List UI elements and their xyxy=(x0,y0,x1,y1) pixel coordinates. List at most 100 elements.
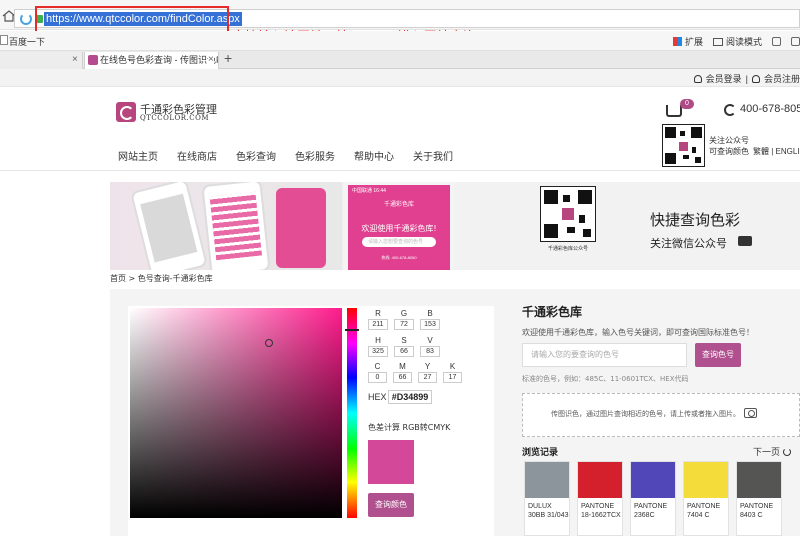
cart-badge: 0 xyxy=(680,99,694,109)
tab-blank[interactable]: × xyxy=(0,52,83,69)
qr-code-icon xyxy=(662,124,705,167)
query-color-button[interactable]: 查询颜色 xyxy=(368,493,414,517)
saturation-value-area[interactable] xyxy=(130,308,342,518)
loading-icon xyxy=(20,13,32,25)
rgb-values: R 211 G 72 B 153 xyxy=(368,309,440,330)
phone-mockup xyxy=(129,182,209,270)
history-code: 18-1662TCX xyxy=(581,512,621,519)
logo-subtext: QTCCOLOR.COM xyxy=(140,114,210,122)
cart-icon[interactable] xyxy=(666,105,682,117)
tab-close-icon[interactable]: × xyxy=(72,52,78,68)
cmyk-values: C0 M 66 Y 27 K 17 xyxy=(368,362,462,383)
library-title: 千通彩色库 xyxy=(522,305,583,319)
input-s[interactable]: 66 xyxy=(394,346,414,357)
color-code-search-input[interactable]: 请输入您的要查询的色号 xyxy=(522,343,687,367)
hex-input[interactable]: #D34899 xyxy=(388,390,432,404)
user-icon xyxy=(693,74,702,83)
main-nav: 网站主页 在线商店 色彩查询 色彩服务 帮助中心 关于我们 xyxy=(118,148,453,163)
nav-color-query[interactable]: 色彩查询 xyxy=(236,148,276,163)
tab-active[interactable]: 在线色号色彩查询 - 传图识色PA × xyxy=(84,52,219,69)
history-card[interactable]: PANTONE 18-1662TCX xyxy=(577,461,623,536)
upload-hint: 传图识色，通过图片查询相近的色号，请上传或者拖入图片。 xyxy=(551,410,740,418)
history-code: 7404 C xyxy=(687,512,710,519)
input-b[interactable]: 153 xyxy=(420,319,440,330)
logo-mark-icon[interactable] xyxy=(116,102,136,122)
input-y[interactable]: 27 xyxy=(418,372,437,383)
history-brand: PANTONE xyxy=(687,503,721,510)
breadcrumb[interactable]: 首页 > 色号查询-千通彩色库 xyxy=(110,273,213,284)
history-code: 8403 C xyxy=(740,512,763,519)
nav-about[interactable]: 关于我们 xyxy=(413,148,453,163)
history-swatch xyxy=(578,462,622,498)
tab-title: 在线色号色彩查询 - 传图识色PA xyxy=(100,55,219,65)
nav-help[interactable]: 帮助中心 xyxy=(354,148,394,163)
member-login-link[interactable]: 会员登录 xyxy=(706,72,742,85)
history-brand: PANTONE xyxy=(634,503,668,510)
history-swatch xyxy=(684,462,728,498)
history-card[interactable]: DULUX 30BB 31/043 xyxy=(524,461,570,536)
hsv-values: H 325 S 66 V 83 xyxy=(368,336,440,357)
image-upload-dropzone[interactable]: 传图识色，通过图片查询相近的色号，请上传或者拖入图片。 xyxy=(522,393,800,437)
hex-label: HEX xyxy=(368,392,387,402)
promo-banner[interactable]: 中国联通 16:44 千通彩色库 欢迎使用千通彩色库! 请输入您想要查询的色号 … xyxy=(110,182,800,270)
extend-button[interactable]: 扩展 xyxy=(672,35,703,48)
language-switch[interactable]: 繁體 | ENGLISH xyxy=(753,146,800,157)
input-c[interactable]: 0 xyxy=(368,372,387,383)
history-card[interactable]: PANTONE 8403 C xyxy=(736,461,782,536)
reader-label: 阅读模式 xyxy=(725,37,762,47)
label-m: M xyxy=(399,362,406,371)
phone-mockup xyxy=(201,182,271,270)
follow-line1: 关注公众号 xyxy=(709,136,749,145)
reader-icon xyxy=(712,37,723,46)
extensions-icon xyxy=(672,37,682,46)
camera-icon xyxy=(738,236,752,246)
history-brand: DULUX xyxy=(528,503,552,510)
history-card[interactable]: PANTONE 7404 C xyxy=(683,461,729,536)
bookmark-page-icon xyxy=(0,35,8,45)
label-c: C xyxy=(374,362,381,371)
app-title: 千通彩色库 xyxy=(383,202,414,208)
standard-code-hint: 标准的色号，例如：485C、11-0601TCX、HEX代码 xyxy=(522,375,689,383)
app-screenshot: 中国联通 16:44 千通彩色库 欢迎使用千通彩色库! 请输入您想要查询的色号 … xyxy=(348,185,450,270)
user-icon xyxy=(751,74,760,83)
hue-slider-handle[interactable] xyxy=(345,329,359,331)
screenshot-icon[interactable] xyxy=(772,37,781,46)
app-search-input: 请输入您想要查询的色号 xyxy=(362,237,436,247)
banner-qr-caption: 千通彩色库公众号 xyxy=(547,246,588,252)
site-favicon-icon xyxy=(88,55,98,65)
input-v[interactable]: 83 xyxy=(420,346,440,357)
history-brand: PANTONE xyxy=(581,503,615,510)
extend-label: 扩展 xyxy=(684,37,703,47)
member-register-link[interactable]: 会员注册 xyxy=(764,72,800,85)
nav-store[interactable]: 在线商店 xyxy=(177,148,217,163)
reader-mode-button[interactable]: 阅读模式 xyxy=(712,35,762,48)
label-r: R xyxy=(375,309,381,318)
history-card[interactable]: PANTONE 2368C xyxy=(630,461,676,536)
hue-slider[interactable] xyxy=(347,308,357,518)
nav-home[interactable]: 网站主页 xyxy=(118,148,158,163)
input-m[interactable]: 66 xyxy=(393,372,412,383)
menu-icon[interactable] xyxy=(791,37,800,46)
app-footer: 热线: 400-678-8050 xyxy=(381,255,417,260)
camera-icon[interactable] xyxy=(744,408,757,418)
tab-strip: × 在线色号色彩查询 - 传图识色PA × + xyxy=(0,50,800,69)
app-status-bar: 中国联通 16:44 xyxy=(352,188,386,194)
color-calc-link[interactable]: 色差计算 RGB转CMYK xyxy=(368,422,450,433)
label-h: H xyxy=(375,336,381,345)
picker-cursor[interactable] xyxy=(265,339,273,347)
input-g[interactable]: 72 xyxy=(394,319,414,330)
bookmark-baidu[interactable]: 百度一下 xyxy=(9,35,45,48)
nav-color-service[interactable]: 色彩服务 xyxy=(295,148,335,163)
history-brand: PANTONE xyxy=(740,503,774,510)
search-color-code-button[interactable]: 查询色号 xyxy=(695,343,741,367)
input-r[interactable]: 211 xyxy=(368,319,388,330)
input-h[interactable]: 325 xyxy=(368,346,388,357)
phone-mockup xyxy=(276,188,326,268)
next-page-link[interactable]: 下一页 xyxy=(753,445,791,458)
history-swatch xyxy=(525,462,569,498)
history-list: DULUX 30BB 31/043 PANTONE 18-1662TCX PANTO… xyxy=(524,461,782,536)
input-k[interactable]: 17 xyxy=(443,372,462,383)
tab-close-icon[interactable]: × xyxy=(208,52,214,68)
history-swatch xyxy=(737,462,781,498)
new-tab-button[interactable]: + xyxy=(224,50,232,66)
